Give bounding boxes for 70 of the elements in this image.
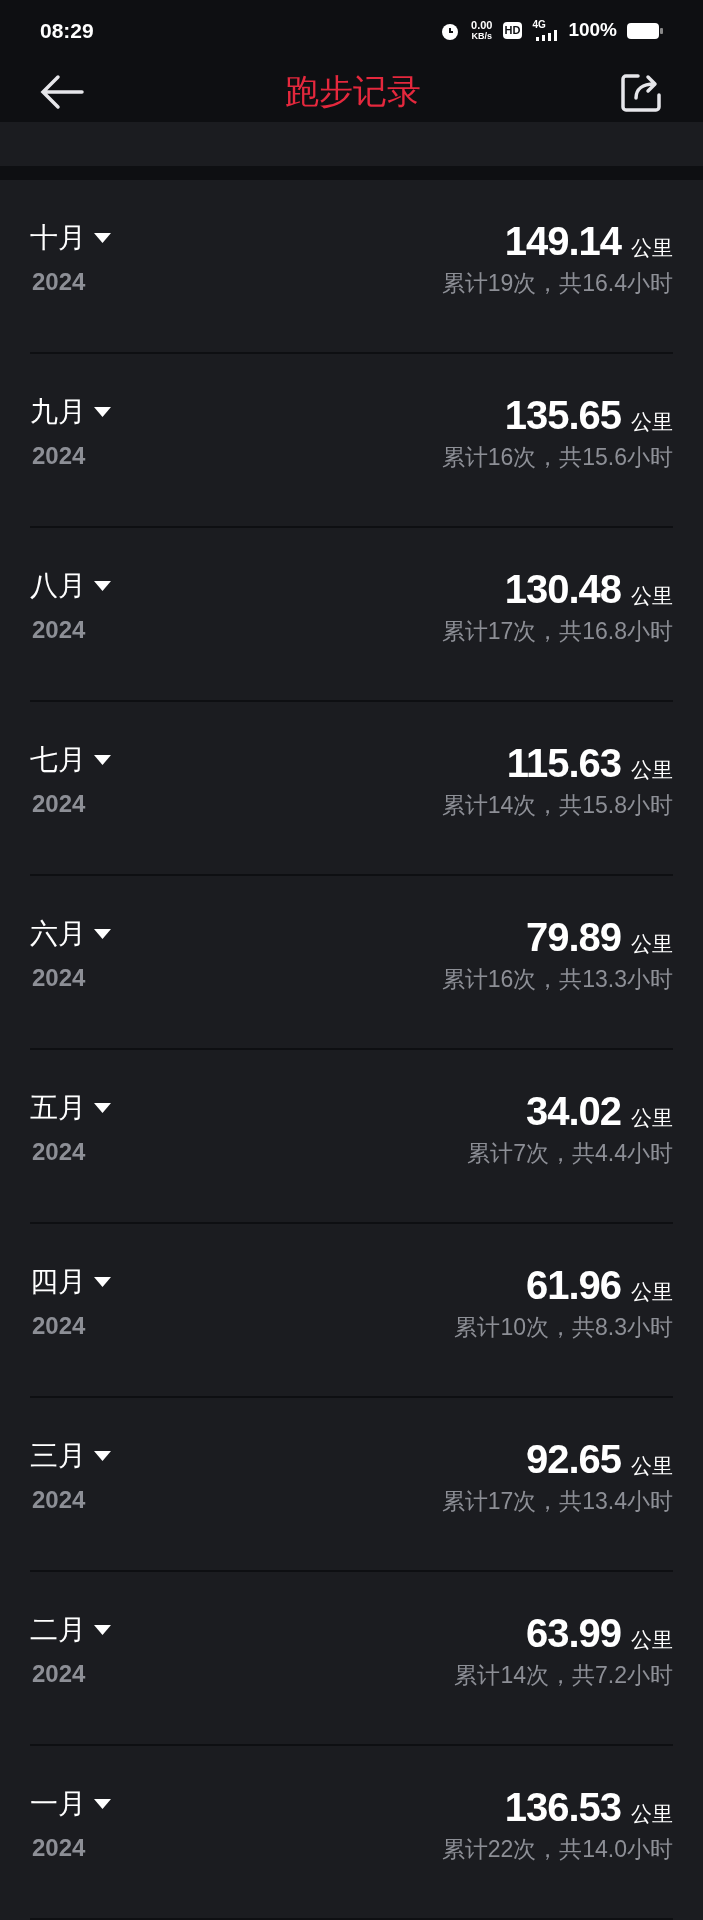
year-label: 2024 bbox=[32, 1311, 87, 1341]
month-dropdown[interactable]: 十月 bbox=[30, 218, 111, 258]
distance-unit: 公里 bbox=[631, 931, 673, 958]
distance-unit: 公里 bbox=[631, 409, 673, 436]
distance-value: 115.63 bbox=[506, 740, 621, 786]
distance-value: 92.65 bbox=[525, 1436, 621, 1482]
month-dropdown[interactable]: 五月 bbox=[30, 1088, 111, 1128]
year-label: 2024 bbox=[32, 963, 87, 993]
run-summary: 累计16次，共13.3小时 bbox=[441, 965, 673, 995]
caret-icon bbox=[94, 1799, 111, 1809]
year-label: 2024 bbox=[32, 267, 87, 297]
distance-unit: 公里 bbox=[631, 1453, 673, 1480]
month-dropdown[interactable]: 七月 bbox=[30, 740, 111, 780]
speed-unit: KB/s bbox=[471, 30, 493, 42]
distance-unit: 公里 bbox=[631, 1801, 673, 1828]
caret-icon bbox=[94, 407, 111, 417]
distance-value: 61.96 bbox=[525, 1262, 621, 1308]
battery-percent: 100% bbox=[568, 18, 617, 43]
caret-icon bbox=[94, 581, 111, 591]
status-time: 08:29 bbox=[40, 17, 94, 44]
caret-icon bbox=[94, 1451, 111, 1461]
distance-unit: 公里 bbox=[631, 1279, 673, 1306]
run-summary: 累计14次，共15.8小时 bbox=[441, 791, 673, 821]
year-label: 2024 bbox=[32, 1137, 87, 1167]
distance-value: 63.99 bbox=[525, 1610, 621, 1656]
caret-icon bbox=[94, 929, 111, 939]
month-dropdown[interactable]: 六月 bbox=[30, 914, 111, 954]
distance-unit: 公里 bbox=[631, 235, 673, 262]
distance-value: 136.53 bbox=[504, 1784, 621, 1830]
share-icon bbox=[620, 71, 662, 112]
run-summary: 累计19次，共16.4小时 bbox=[441, 269, 673, 299]
year-label: 2024 bbox=[32, 1659, 87, 1689]
hd-badge: HD bbox=[502, 22, 523, 39]
run-summary: 累计10次，共8.3小时 bbox=[454, 1313, 673, 1343]
year-label: 2024 bbox=[32, 441, 87, 471]
battery-icon bbox=[627, 21, 663, 40]
distance-value: 130.48 bbox=[504, 566, 621, 612]
month-dropdown[interactable]: 三月 bbox=[30, 1436, 111, 1476]
year-label: 2024 bbox=[32, 1485, 87, 1515]
run-summary: 累计17次，共13.4小时 bbox=[441, 1487, 673, 1517]
distance-value: 79.89 bbox=[525, 914, 621, 960]
distance-unit: 公里 bbox=[631, 1627, 673, 1654]
caret-icon bbox=[94, 755, 111, 765]
year-label: 2024 bbox=[32, 615, 87, 645]
network-type: 4G bbox=[532, 20, 547, 31]
month-dropdown[interactable]: 九月 bbox=[30, 392, 111, 432]
caret-icon bbox=[94, 1103, 111, 1113]
distance-value: 135.65 bbox=[504, 392, 621, 438]
run-summary: 累计22次，共14.0小时 bbox=[441, 1835, 673, 1865]
caret-icon bbox=[94, 233, 111, 243]
run-summary: 累计7次，共4.4小时 bbox=[467, 1139, 673, 1169]
caret-icon bbox=[94, 1625, 111, 1635]
distance-value: 149.14 bbox=[504, 218, 621, 264]
distance-value: 34.02 bbox=[525, 1088, 621, 1134]
year-label: 2024 bbox=[32, 789, 87, 819]
run-summary: 累计14次，共7.2小时 bbox=[454, 1661, 673, 1691]
month-dropdown[interactable]: 二月 bbox=[30, 1610, 111, 1650]
distance-unit: 公里 bbox=[631, 583, 673, 610]
run-summary: 累计17次，共16.8小时 bbox=[441, 617, 673, 647]
network-speed: 0.00 bbox=[471, 19, 493, 31]
distance-unit: 公里 bbox=[631, 757, 673, 784]
month-dropdown[interactable]: 四月 bbox=[30, 1262, 111, 1302]
distance-unit: 公里 bbox=[631, 1105, 673, 1132]
run-summary: 累计16次，共15.6小时 bbox=[441, 443, 673, 473]
back-icon bbox=[40, 73, 84, 110]
month-dropdown[interactable]: 八月 bbox=[30, 566, 111, 606]
year-label: 2024 bbox=[32, 1833, 87, 1863]
month-dropdown[interactable]: 一月 bbox=[30, 1784, 111, 1824]
caret-icon bbox=[94, 1277, 111, 1287]
page-title: 跑步记录 bbox=[283, 70, 422, 114]
